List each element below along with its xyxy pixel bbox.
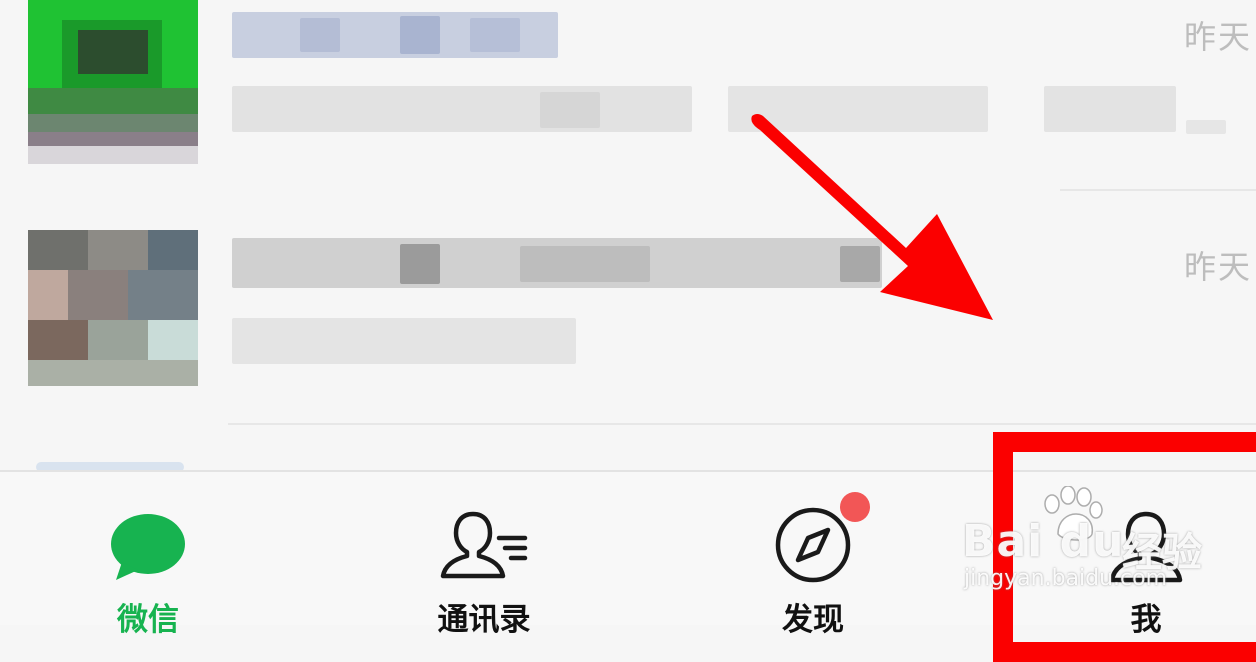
- watermark-brand: Bai du: [962, 516, 1125, 567]
- watermark-url: jingyan.baidu.com: [964, 566, 1168, 591]
- baidu-jingyan-watermark: Bai du 经验 jingyan.baidu.com: [962, 486, 1202, 596]
